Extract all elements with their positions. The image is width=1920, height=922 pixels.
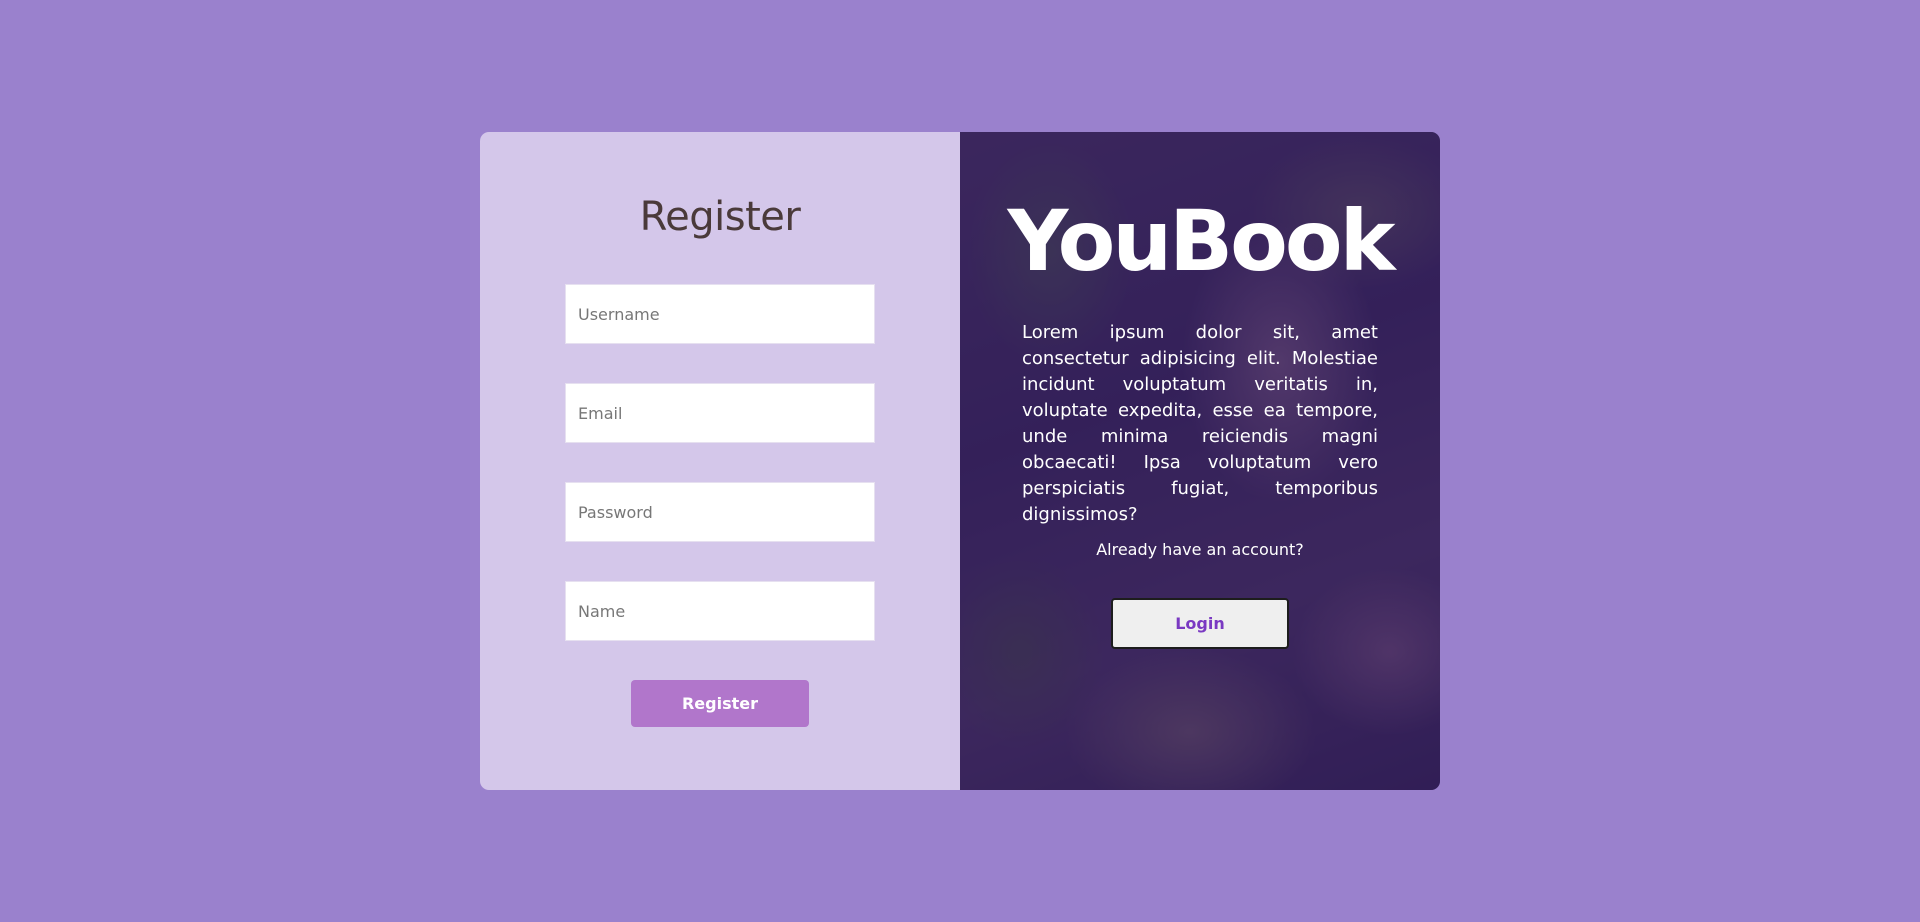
register-title: Register xyxy=(639,194,801,240)
login-button[interactable]: Login xyxy=(1111,598,1289,649)
register-button[interactable]: Register xyxy=(631,680,809,727)
account-prompt: Already have an account? xyxy=(1096,540,1304,559)
email-input[interactable] xyxy=(565,383,875,443)
auth-card: Register Register YouBook Lorem ipsum do… xyxy=(480,132,1440,790)
username-input[interactable] xyxy=(565,284,875,344)
password-input[interactable] xyxy=(565,482,875,542)
brand-panel: YouBook Lorem ipsum dolor sit, amet cons… xyxy=(960,132,1440,790)
brand-title: YouBook xyxy=(1007,192,1396,290)
name-input[interactable] xyxy=(565,581,875,641)
register-panel: Register Register xyxy=(480,132,960,790)
brand-description: Lorem ipsum dolor sit, amet consectetur … xyxy=(1022,322,1378,525)
